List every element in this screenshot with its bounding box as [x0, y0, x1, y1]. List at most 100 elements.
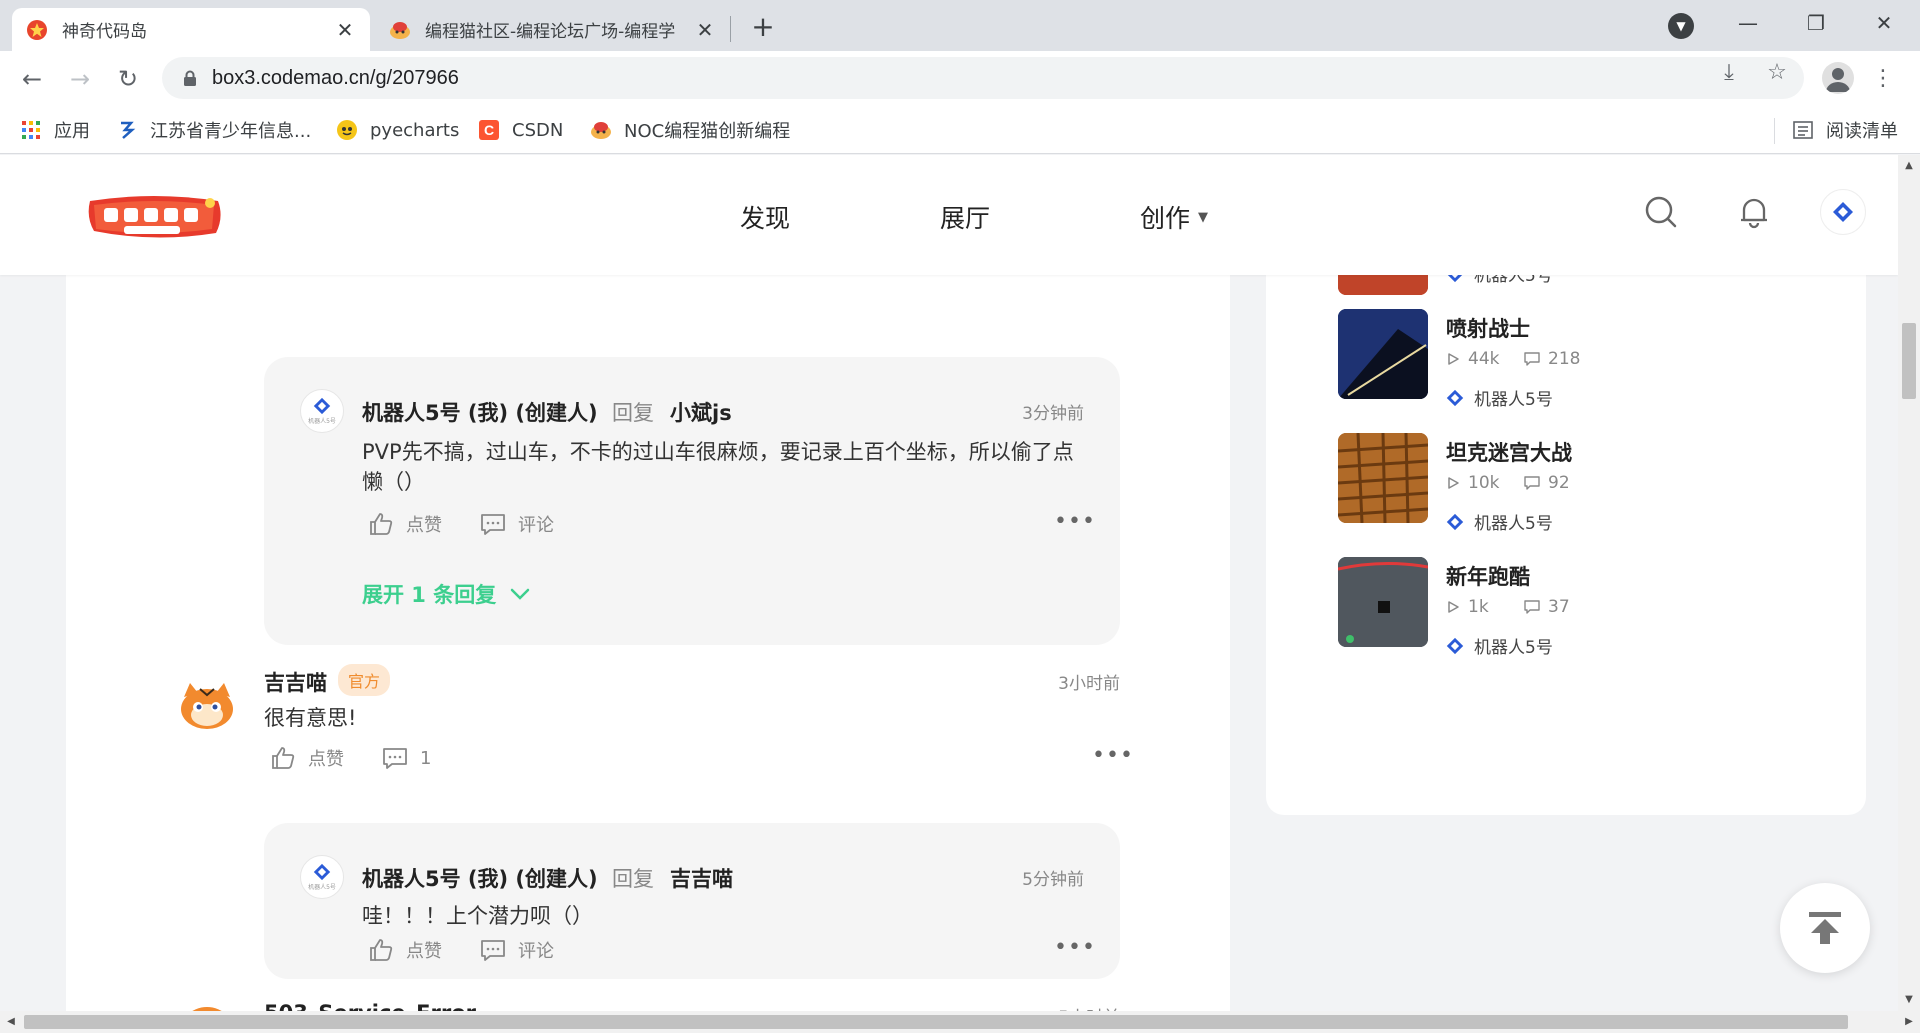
- comment-icon: [383, 748, 407, 769]
- avatar[interactable]: [178, 675, 236, 733]
- nav-create[interactable]: 创作 ▼: [1140, 199, 1208, 235]
- browser-toolbar: ← → ↻ box3.codemao.cn/g/207966 ⤓ ☆ ⋮: [0, 51, 1920, 106]
- search-icon[interactable]: [1644, 195, 1678, 229]
- scroll-right-icon[interactable]: ▶: [1900, 1011, 1918, 1033]
- reply-time: 5分钟前: [1022, 870, 1084, 890]
- comment-button[interactable]: 评论: [480, 511, 554, 537]
- reply-thread: 机器人5号 机器人5号 (我) (创建人) 回复 小斌js 3分钟前 PVP先不…: [264, 357, 1120, 645]
- more-options-icon[interactable]: •••: [1092, 743, 1134, 768]
- svg-text:C: C: [484, 122, 494, 138]
- vertical-scrollbar[interactable]: ▲ ▼: [1898, 155, 1920, 1011]
- like-button[interactable]: 点赞: [368, 511, 442, 537]
- comment-button[interactable]: 评论: [480, 937, 554, 963]
- tab-shenqi-daimadao[interactable]: 神奇代码岛 ✕: [12, 8, 370, 51]
- tab-search-icon[interactable]: ▼: [1668, 13, 1694, 39]
- bookmark-label: CSDN: [512, 119, 564, 141]
- bell-icon[interactable]: [1737, 195, 1771, 229]
- browser-menu-icon[interactable]: ⋮: [1872, 63, 1894, 95]
- game-thumbnail: [1338, 433, 1428, 523]
- like-button[interactable]: 点赞: [270, 745, 344, 771]
- new-tab-button[interactable]: +: [748, 12, 778, 42]
- forward-icon[interactable]: →: [64, 63, 96, 95]
- close-tab-icon[interactable]: ✕: [694, 19, 716, 41]
- nav-discover[interactable]: 发现: [740, 199, 790, 235]
- tab-biancheng-mao[interactable]: 编程猫社区-编程论坛广场-编程学 ✕: [375, 8, 730, 51]
- install-app-icon[interactable]: ⤓: [1716, 60, 1742, 86]
- game-title: 喷射战士: [1446, 317, 1530, 341]
- like-label: 点赞: [406, 515, 442, 536]
- play-icon: [1448, 601, 1459, 613]
- like-label: 点赞: [406, 941, 442, 962]
- scroll-down-icon[interactable]: ▼: [1898, 991, 1920, 1009]
- game-author[interactable]: 机器人5号: [1446, 385, 1553, 410]
- comment-label: 评论: [518, 941, 554, 962]
- reload-icon[interactable]: ↻: [112, 63, 144, 95]
- play-icon: [1448, 477, 1459, 489]
- thumbs-up-icon: [370, 939, 393, 961]
- more-options-icon[interactable]: •••: [1054, 935, 1096, 960]
- pyecharts-icon: [336, 119, 358, 141]
- scroll-left-icon[interactable]: ◀: [2, 1011, 20, 1033]
- address-bar[interactable]: box3.codemao.cn/g/207966: [162, 57, 1804, 99]
- site-header: 发现 展厅 创作 ▼: [0, 155, 1898, 275]
- game-thumbnail: [1338, 557, 1428, 647]
- avatar[interactable]: 机器人5号: [300, 389, 344, 433]
- reply-target[interactable]: 吉吉喵: [670, 863, 733, 893]
- like-button[interactable]: 点赞: [368, 937, 442, 963]
- avatar[interactable]: 机器人5号: [300, 855, 344, 899]
- play-count: 1k: [1446, 597, 1489, 617]
- more-options-icon[interactable]: •••: [1054, 509, 1096, 534]
- arrow-to-top-icon: [1809, 912, 1841, 944]
- comment-author[interactable]: 503_Service_Error: [264, 1001, 476, 1011]
- nav-create-label: 创作: [1140, 204, 1191, 233]
- scrollbar-thumb[interactable]: [1902, 323, 1916, 399]
- minimize-icon[interactable]: —: [1728, 8, 1768, 38]
- reply-author[interactable]: 机器人5号 (我) (创建人): [362, 863, 598, 893]
- author-avatar-icon: [1446, 389, 1464, 406]
- bookmark-star-icon[interactable]: ☆: [1764, 60, 1790, 86]
- codemao-icon: [590, 119, 612, 141]
- reply-target[interactable]: 小斌js: [670, 397, 732, 427]
- game-author[interactable]: 机器人5号: [1446, 509, 1553, 534]
- game-author[interactable]: 机器人5号: [1446, 633, 1553, 658]
- scrollbar-thumb[interactable]: [24, 1015, 1848, 1029]
- reply-author[interactable]: 机器人5号 (我) (创建人): [362, 397, 598, 427]
- bookmark-pyecharts[interactable]: pyecharts: [336, 116, 459, 144]
- bookmark-csdn[interactable]: C CSDN: [478, 116, 563, 144]
- tab-title: 神奇代码岛: [62, 22, 147, 42]
- comment-author[interactable]: 吉吉喵: [264, 667, 327, 697]
- horizontal-scrollbar[interactable]: ◀ ▶: [0, 1011, 1920, 1033]
- game-title: 坦克迷宫大战: [1446, 441, 1572, 465]
- game-title: 新年跑酷: [1446, 565, 1530, 589]
- expand-label: 展开 1 条回复: [362, 583, 497, 607]
- scroll-up-icon[interactable]: ▲: [1898, 157, 1920, 175]
- related-games-card: 318 7 机器人5号 喷射战士 44k 218: [1266, 205, 1866, 815]
- site-logo[interactable]: [84, 191, 226, 243]
- bookmark-apps[interactable]: 应用: [20, 116, 90, 144]
- author-avatar-icon: [1446, 637, 1464, 654]
- reply-thread: 机器人5号 机器人5号 (我) (创建人) 回复 吉吉喵 5分钟前 哇！！！上个…: [264, 823, 1120, 979]
- comment-content: 很有意思!: [264, 706, 357, 730]
- bookmark-label: 应用: [54, 121, 90, 142]
- comment-list-card: 机器人5号 机器人5号 (我) (创建人) 回复 小斌js 3分钟前 PVP先不…: [66, 275, 1230, 1011]
- close-window-icon[interactable]: ✕: [1864, 8, 1904, 38]
- reply-content: 哇！！！上个潜力呗（）: [362, 904, 593, 928]
- back-icon[interactable]: ←: [16, 63, 48, 95]
- nav-gallery[interactable]: 展厅: [940, 199, 990, 235]
- bookmark-separator: [1774, 118, 1775, 144]
- bookmark-noc[interactable]: NOC编程猫创新编程: [590, 116, 790, 144]
- profile-avatar[interactable]: [1822, 62, 1854, 94]
- lock-icon: [184, 70, 196, 86]
- back-to-top-button[interactable]: [1780, 883, 1870, 973]
- expand-replies-button[interactable]: 展开 1 条回复: [362, 579, 530, 609]
- comment-count: 92: [1524, 473, 1570, 493]
- game-thumbnail: [1338, 309, 1428, 399]
- comment-button[interactable]: 1: [382, 745, 431, 771]
- user-avatar[interactable]: [1820, 189, 1866, 235]
- restore-icon[interactable]: ❐: [1796, 8, 1836, 38]
- comment-icon: [481, 940, 505, 961]
- reading-list-button[interactable]: 阅读清单: [1792, 116, 1898, 144]
- reading-list-icon: [1792, 119, 1814, 141]
- close-tab-icon[interactable]: ✕: [334, 19, 356, 41]
- bookmark-jiangsu[interactable]: 江苏省青少年信息...: [116, 116, 311, 144]
